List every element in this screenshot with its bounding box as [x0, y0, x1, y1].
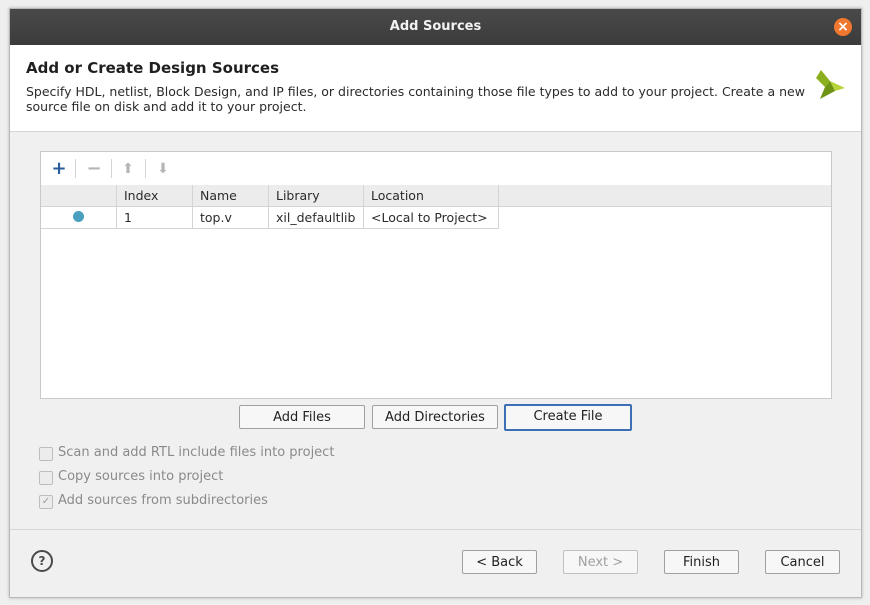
sources-toolbar: + − ⬆ ⬇	[41, 152, 831, 185]
column-header-library[interactable]: Library	[268, 185, 364, 207]
toolbar-separator	[75, 159, 76, 178]
library-cell[interactable]: xil_defaultlib	[268, 206, 364, 229]
title-bar[interactable]: Add Sources ×	[10, 9, 861, 45]
add-subdirectories-checkbox[interactable]: ✓	[39, 495, 53, 509]
arrow-up-icon[interactable]: ⬆	[117, 158, 139, 180]
index-cell: 1	[116, 206, 193, 229]
next-button[interactable]: Next >	[563, 550, 638, 574]
vivado-logo-icon	[816, 70, 845, 99]
sources-panel: + − ⬆ ⬇ Index Name Library Location 1 to…	[40, 151, 832, 399]
scan-rtl-include-label: Scan and add RTL include files into proj…	[58, 445, 335, 460]
add-subdirectories-label: Add sources from subdirectories	[58, 493, 268, 508]
copy-sources-checkbox[interactable]	[39, 471, 53, 485]
name-cell: top.v	[192, 206, 269, 229]
add-directories-button[interactable]: Add Directories	[372, 405, 498, 429]
close-icon[interactable]: ×	[834, 18, 852, 36]
plus-icon[interactable]: +	[48, 158, 70, 180]
arrow-down-icon[interactable]: ⬇	[152, 158, 174, 180]
column-header-index[interactable]: Index	[116, 185, 193, 207]
page-header: Add or Create Design Sources Specify HDL…	[10, 45, 861, 132]
add-files-button[interactable]: Add Files	[239, 405, 365, 429]
minus-icon[interactable]: −	[83, 158, 105, 180]
add-sources-dialog: Add Sources × Add or Create Design Sourc…	[9, 8, 862, 598]
status-dot-icon	[73, 211, 84, 222]
scan-rtl-include-checkbox[interactable]	[39, 447, 53, 461]
column-header-status[interactable]	[41, 185, 117, 207]
column-header-location[interactable]: Location	[363, 185, 499, 207]
finish-button[interactable]: Finish	[664, 550, 739, 574]
create-file-button[interactable]: Create File	[504, 404, 632, 431]
copy-sources-label: Copy sources into project	[58, 469, 224, 484]
column-header-name[interactable]: Name	[192, 185, 269, 207]
toolbar-separator	[145, 159, 146, 178]
toolbar-separator	[111, 159, 112, 178]
status-cell	[41, 206, 117, 229]
table-header-row: Index Name Library Location	[41, 185, 499, 207]
page-description: Specify HDL, netlist, Block Design, and …	[26, 84, 805, 114]
dialog-title: Add Sources	[389, 19, 482, 34]
table-row[interactable]: 1 top.v xil_defaultlib <Local to Project…	[41, 206, 499, 229]
page-title: Add or Create Design Sources	[26, 59, 280, 77]
cancel-button[interactable]: Cancel	[765, 550, 840, 574]
help-icon[interactable]: ?	[31, 550, 53, 572]
sources-table: Index Name Library Location 1 top.v xil_…	[41, 185, 831, 229]
location-cell: <Local to Project>	[363, 206, 499, 229]
back-button[interactable]: < Back	[462, 550, 537, 574]
footer-divider	[10, 529, 861, 530]
